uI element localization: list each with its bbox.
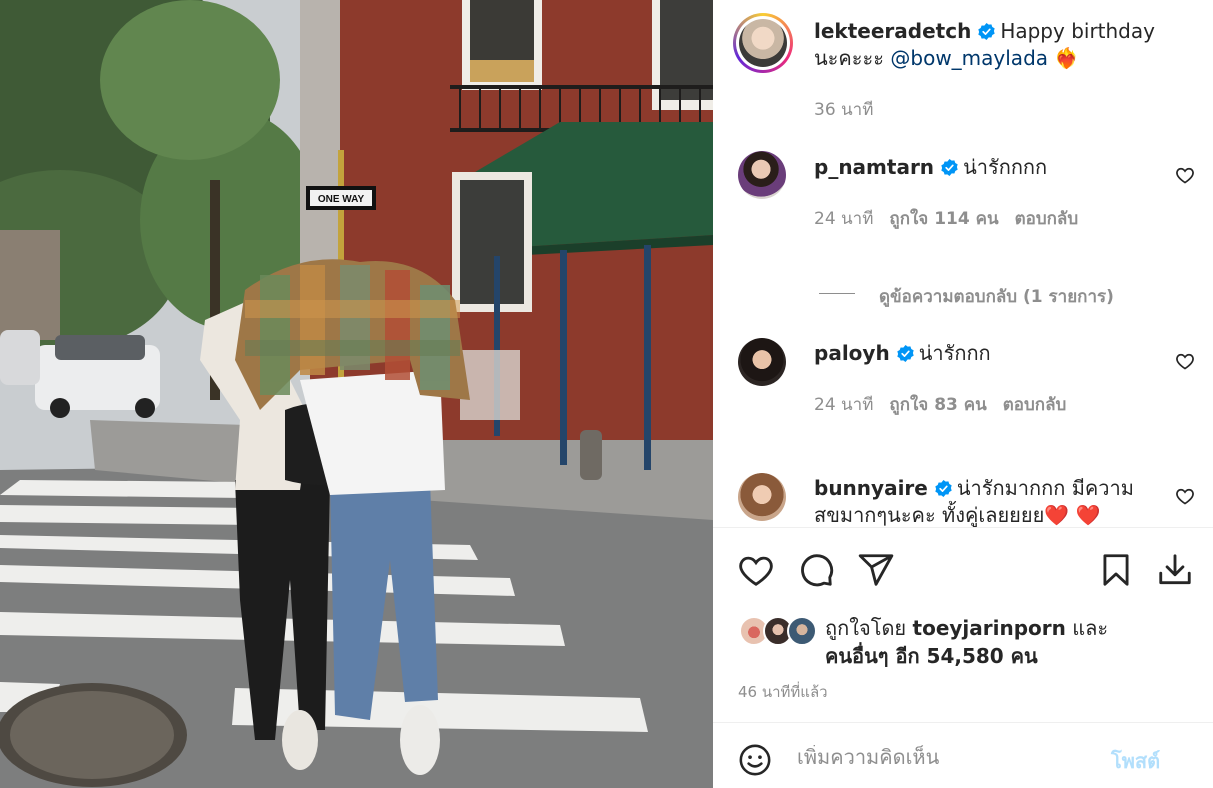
comment-meta: 24 นาที ถูกใจ 114 คน ตอบกลับ — [814, 205, 1078, 232]
comment-time[interactable]: 24 นาที — [814, 209, 873, 229]
liked-by-user[interactable]: toeyjarinporn — [913, 616, 1066, 640]
caption-line1: Happy birthday — [1000, 19, 1155, 43]
comment-body: paloyh น่ารักกก — [814, 340, 1154, 367]
view-replies-button[interactable]: ดูข้อความตอบกลับ (1 รายการ) — [879, 283, 1114, 310]
comment-likes[interactable]: ถูกใจ 83 คน — [889, 395, 986, 415]
comment-text: น่ารักกก — [918, 341, 991, 365]
likes-count[interactable]: คนอื่นๆ อีก 54,580 คน — [825, 644, 1038, 668]
avatar — [787, 616, 817, 646]
liked-by-avatars[interactable] — [739, 614, 819, 646]
comment-meta: 24 นาที ถูกใจ 83 คน ตอบกลับ — [814, 391, 1066, 418]
comment-likes[interactable]: ถูกใจ 114 คน — [889, 209, 998, 229]
caption-mention[interactable]: @bow_maylada — [890, 46, 1048, 70]
comment-text: น่ารักกกก — [963, 155, 1048, 179]
commenter-avatar[interactable] — [738, 473, 786, 521]
like-comment-heart-icon[interactable] — [1175, 351, 1195, 371]
comment-bar: โพสต์ — [713, 722, 1213, 788]
like-comment-heart-icon[interactable] — [1175, 486, 1195, 506]
post-sidebar: lekteeradetch Happy birthday นะคะะะ @bow_… — [713, 0, 1213, 788]
comment-icon[interactable] — [797, 551, 835, 589]
heart-icon[interactable] — [737, 551, 775, 589]
commenter-avatar[interactable] — [738, 151, 786, 199]
author-username[interactable]: lekteeradetch — [814, 19, 971, 43]
post-photo[interactable]: ONE WAY — [0, 0, 713, 788]
comment-time[interactable]: 24 นาที — [814, 395, 873, 415]
author-avatar[interactable] — [733, 13, 793, 73]
post-timestamp[interactable]: 46 นาทีที่แล้ว — [738, 680, 828, 704]
street-photo: ONE WAY — [0, 0, 713, 788]
comment-text-line2: สขมากๆนะคะ ทั้งคู่เลยยยย — [814, 503, 1045, 527]
comment-text-line1: น่ารักมากกก มีความ — [956, 476, 1134, 500]
comment-username[interactable]: paloyh — [814, 341, 890, 365]
caption-time[interactable]: 36 นาที — [814, 96, 873, 123]
emoji-icon[interactable] — [738, 743, 772, 777]
post-comment-button[interactable]: โพสต์ — [1111, 745, 1160, 777]
replies-divider — [819, 293, 855, 294]
caption: lekteeradetch Happy birthday นะคะะะ @bow_… — [814, 18, 1194, 72]
download-icon[interactable] — [1156, 551, 1194, 589]
liked-by-and: และ — [1072, 616, 1109, 640]
comment-username[interactable]: p_namtarn — [814, 155, 934, 179]
comment-body: p_namtarn น่ารักกกก — [814, 154, 1154, 181]
reply-button[interactable]: ตอบกลับ — [1015, 209, 1079, 229]
comment-input[interactable] — [797, 745, 1097, 769]
caption-emoji: ❤️‍🔥 — [1054, 46, 1080, 70]
caption-line2: นะคะะะ — [814, 46, 885, 70]
liked-by-prefix: ถูกใจโดย — [825, 616, 907, 640]
street-sign-text: ONE WAY — [318, 194, 365, 205]
verified-icon — [897, 344, 914, 363]
comment-username[interactable]: bunnyaire — [814, 476, 928, 500]
share-icon[interactable] — [857, 551, 895, 589]
reply-button[interactable]: ตอบกลับ — [1003, 395, 1067, 415]
comments-scroll-area[interactable]: lekteeradetch Happy birthday นะคะะะ @bow_… — [713, 0, 1213, 528]
like-comment-heart-icon[interactable] — [1175, 165, 1195, 185]
comment-hearts: ❤️ ❤️ — [1044, 503, 1101, 527]
bookmark-icon[interactable] — [1097, 551, 1135, 589]
commenter-avatar[interactable] — [738, 338, 786, 386]
verified-icon — [941, 158, 958, 177]
verified-icon — [978, 22, 995, 41]
verified-icon — [935, 479, 952, 498]
comment-body: bunnyaire น่ารักมากกก มีความ สขมากๆนะคะ ท… — [814, 475, 1174, 527]
liked-by-text: ถูกใจโดย toeyjarinporn และ คนอื่นๆ อีก 5… — [825, 614, 1108, 670]
